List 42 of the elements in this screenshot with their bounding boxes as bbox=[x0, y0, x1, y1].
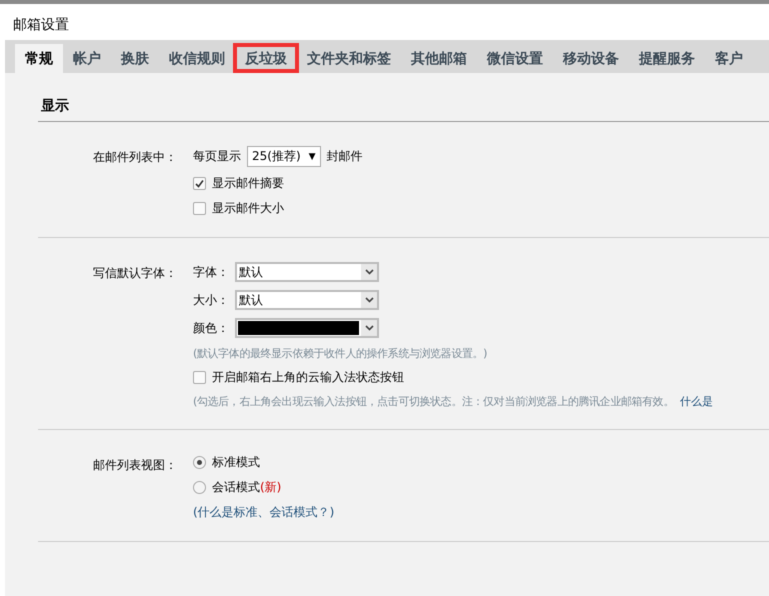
tab[interactable]: 其他邮箱 bbox=[401, 44, 477, 73]
tab[interactable]: 收信规则 bbox=[159, 44, 235, 73]
group-label: 写信默认字体： bbox=[93, 265, 178, 282]
tab[interactable]: 常规 bbox=[15, 44, 63, 73]
checkbox-label: 开启邮箱右上角的云输入法状态按钮 bbox=[212, 369, 404, 386]
checkbox-label: 显示邮件摘要 bbox=[212, 175, 284, 192]
radio-button[interactable] bbox=[193, 456, 206, 469]
per-page-select[interactable]: 25(推荐) ▼ bbox=[247, 146, 321, 167]
checkbox[interactable] bbox=[193, 371, 206, 384]
tab[interactable]: 文件夹和标签 bbox=[297, 44, 401, 73]
tab[interactable]: 提醒服务 bbox=[629, 44, 705, 73]
chevron-icon bbox=[364, 297, 374, 303]
field-label: 颜色： bbox=[193, 320, 229, 336]
window-title: 邮箱设置 bbox=[12, 16, 70, 35]
tab[interactable]: 微信设置 bbox=[477, 44, 553, 73]
radio-label: 标准模式 bbox=[212, 454, 260, 471]
color-select[interactable] bbox=[235, 318, 379, 338]
hint-text: (勾选后，右上角会出现云输入法按钮，点击可切换状态。注：仅对当前浏览器上的腾讯企业邮箱有效。 bbox=[193, 394, 674, 409]
field-label: 大小： bbox=[193, 292, 229, 308]
checkbox-label: 显示邮件大小 bbox=[212, 200, 284, 217]
tab[interactable]: 移动设备 bbox=[553, 44, 629, 73]
field-label: 每页显示 bbox=[193, 148, 241, 165]
select-field[interactable]: 默认 bbox=[235, 262, 379, 282]
tab[interactable]: 反垃圾 bbox=[235, 44, 297, 73]
checkbox[interactable] bbox=[193, 177, 206, 190]
chevron-icon bbox=[364, 325, 374, 331]
field-label: 字体： bbox=[193, 264, 229, 280]
group-label: 邮件列表视图： bbox=[93, 457, 178, 474]
tab[interactable]: 帐户 bbox=[63, 44, 111, 73]
radio-button[interactable] bbox=[193, 481, 206, 494]
group-label: 在邮件列表中： bbox=[93, 149, 178, 166]
field-suffix: 封邮件 bbox=[326, 148, 363, 165]
help-link[interactable]: 什么是 bbox=[680, 394, 713, 409]
select-field[interactable]: 默认 bbox=[235, 290, 379, 310]
chevron-icon bbox=[364, 269, 374, 275]
checkbox[interactable] bbox=[193, 202, 206, 215]
section-title: 显示 bbox=[38, 97, 769, 122]
help-link[interactable]: (什么是标准、会话模式？) bbox=[193, 504, 334, 521]
tab[interactable]: 客户 bbox=[705, 44, 753, 73]
radio-label: 会话模式(新) bbox=[212, 479, 282, 496]
hint-text: (默认字体的最终显示依赖于收件人的操作系统与浏览器设置。) bbox=[193, 346, 487, 361]
tab[interactable]: 换肤 bbox=[111, 44, 159, 73]
